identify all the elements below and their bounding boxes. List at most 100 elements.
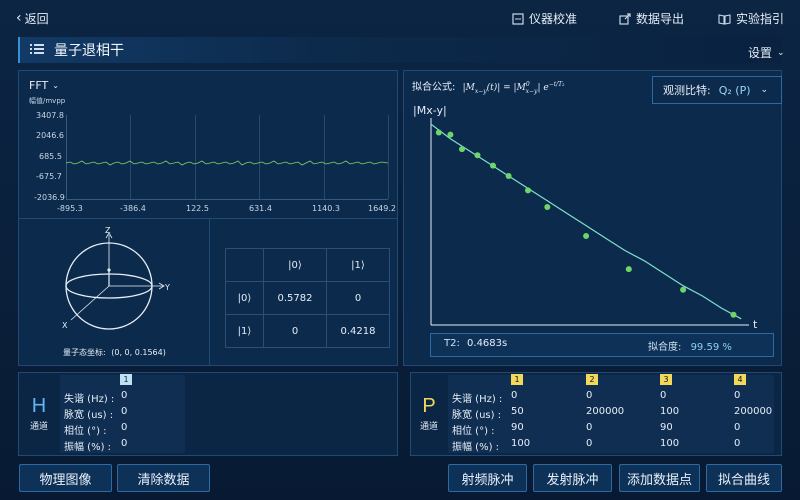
table-corner: [225, 248, 264, 282]
calibrate-label: 仪器校准: [529, 12, 578, 26]
p-value-field[interactable]: 0: [734, 438, 740, 449]
fft-y-tick: 3407.8: [36, 111, 64, 120]
p-value-field[interactable]: 0: [586, 390, 592, 401]
guide-label: 实验指引: [736, 12, 785, 26]
bloch-coord-label: 量子态坐标:: [63, 348, 106, 357]
fft-mode-label: FFT: [29, 79, 49, 92]
menu-icon[interactable]: [30, 43, 44, 55]
row-header: |1⟩: [225, 314, 264, 348]
title-bar: [18, 37, 782, 63]
table-cell: 0: [263, 314, 327, 348]
table-row: |1⟩ 0 0.4218: [225, 314, 390, 348]
data-point: [525, 187, 531, 194]
p-channel-col-index: 1: [511, 374, 523, 385]
back-label: 返回: [24, 11, 49, 26]
table-row: |0⟩ |1⟩: [225, 248, 390, 282]
bloch-coord-value: (0, 0, 0.1564): [111, 348, 166, 357]
p-row-label: 相位 (°) :: [452, 426, 495, 437]
calibrate-icon: [512, 12, 524, 25]
add-data-point-button[interactable]: 添加数据点: [619, 464, 700, 492]
row-header: |0⟩: [225, 281, 264, 315]
p-value-field[interactable]: 0: [586, 438, 592, 449]
data-point: [680, 286, 687, 293]
settings-label: 设置: [748, 46, 773, 60]
formula-lhs-sub: x−y: [474, 87, 487, 95]
p-value-field[interactable]: 50: [511, 406, 524, 417]
fft-gridline: [388, 115, 389, 199]
fft-y-tick: 2046.6: [36, 131, 64, 140]
bloch-coordinate: 量子态坐标: (0, 0, 0.1564): [63, 347, 166, 358]
p-value-field[interactable]: 0: [734, 422, 740, 433]
divider: [18, 218, 398, 219]
observe-qubit-select[interactable]: 观测比特: Q₂ (P) ⌄: [652, 76, 782, 104]
h-value-field[interactable]: 0: [121, 406, 127, 417]
chevron-left-icon: ‹: [16, 10, 22, 26]
goodness-label: 拟合度:: [648, 342, 682, 353]
p-value-field[interactable]: 100: [660, 406, 679, 417]
fft-x-tick: -386.4: [120, 204, 146, 213]
p-value-field[interactable]: 200000: [734, 406, 772, 417]
p-value-field[interactable]: 90: [660, 422, 673, 433]
page-title: 量子退相干: [54, 43, 124, 59]
h-value-field[interactable]: 0: [121, 438, 127, 449]
clear-data-button[interactable]: 清除数据: [117, 464, 210, 492]
fft-x-tick: 1649.2: [368, 204, 396, 213]
p-row-label: 振幅 (%) :: [452, 442, 500, 453]
p-channel-name: P: [422, 395, 436, 417]
table-cell: 0.4218: [326, 314, 390, 348]
density-matrix-table: |0⟩ |1⟩ |0⟩ 0.5782 0 |1⟩ 0 0.4218: [225, 248, 390, 348]
fft-x-tick: 1140.3: [312, 204, 340, 213]
p-value-field[interactable]: 100: [660, 438, 679, 449]
p-value-field[interactable]: 0: [660, 390, 666, 401]
export-button[interactable]: 数据导出: [619, 10, 684, 27]
t2-label: T2:: [444, 338, 460, 349]
fit-curve-button[interactable]: 拟合曲线: [706, 464, 782, 492]
fft-mode-select[interactable]: FFT ⌄: [29, 79, 59, 92]
formula-rhs-sub: x−y: [525, 87, 538, 95]
data-point: [544, 204, 551, 210]
fit-formula-expression: |Mx−y(t)| = |M0x−y| e−t/T₂: [462, 81, 565, 95]
table-row: |0⟩ 0.5782 0: [225, 281, 390, 315]
rf-pulse-button[interactable]: 射频脉冲: [448, 464, 527, 492]
p-value-field[interactable]: 90: [511, 422, 524, 433]
guide-button[interactable]: 实验指引: [718, 10, 784, 27]
fft-x-axis: [66, 199, 388, 200]
table-cell: 0.5782: [263, 281, 327, 315]
p-value-field[interactable]: 0: [734, 390, 740, 401]
h-row-label: 失谐 (Hz) :: [64, 394, 115, 405]
p-value-field[interactable]: 200000: [586, 406, 624, 417]
settings-button[interactable]: 设置 ⌄: [748, 44, 785, 61]
p-value-field[interactable]: 100: [511, 438, 530, 449]
formula-lhs: |M: [462, 83, 475, 93]
p-channel-col-index: 4: [734, 374, 746, 385]
p-value-field[interactable]: 0: [511, 390, 517, 401]
fft-y-tick: -675.7: [36, 172, 62, 181]
fit-formula: 拟合公式: |Mx−y(t)| = |M0x−y| e−t/T₂: [412, 78, 565, 95]
calibrate-button[interactable]: 仪器校准: [512, 10, 577, 27]
table-cell: 0: [326, 281, 390, 315]
h-value-field[interactable]: 0: [121, 422, 127, 433]
goodness-value: 99.59 %: [690, 342, 732, 353]
column-header: |0⟩: [263, 248, 327, 282]
data-point: [730, 311, 737, 318]
bloch-sphere: [65, 232, 165, 330]
p-channel-col-index: 2: [586, 374, 598, 385]
h-row-label: 脉宽 (us) :: [64, 410, 114, 421]
data-point: [447, 131, 454, 138]
fit-y-axis-label: |Mx-y|: [413, 104, 447, 117]
fit-formula-label: 拟合公式:: [412, 82, 456, 93]
h-row-label: 相位 (°) :: [64, 426, 107, 437]
h-channel-sub: 通道: [29, 422, 48, 432]
back-button[interactable]: ‹ 返回: [16, 9, 49, 27]
t2-result: T2: 0.4683s: [444, 338, 507, 349]
chevron-down-icon: ⌄: [52, 81, 59, 90]
p-channel-sub: 通道: [419, 422, 438, 432]
p-value-field[interactable]: 0: [586, 422, 592, 433]
column-header: |1⟩: [326, 248, 390, 282]
emit-pulse-button[interactable]: 发射脉冲: [533, 464, 612, 492]
fit-chart: [430, 118, 749, 326]
physical-image-button[interactable]: 物理图像: [19, 464, 112, 492]
book-icon: [718, 13, 731, 25]
data-point: [505, 173, 512, 179]
h-value-field[interactable]: 0: [121, 390, 127, 401]
